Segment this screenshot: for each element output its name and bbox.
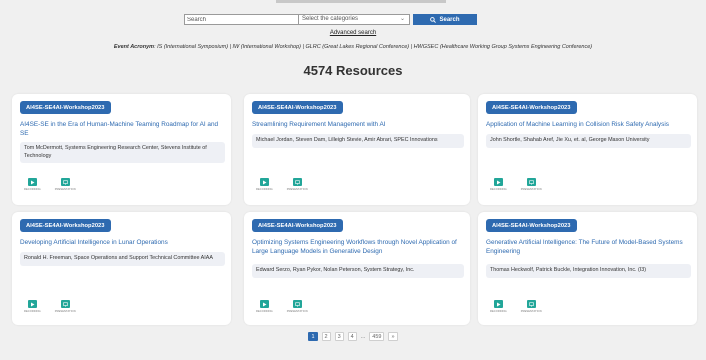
recording-link[interactable]: RECORDING [256, 178, 273, 191]
presentation-label: PRESENTATION [54, 188, 76, 191]
event-acronym-text: : IS (International Symposium) | IW (Int… [154, 44, 593, 50]
recording-link[interactable]: RECORDING [490, 178, 507, 191]
presentation-label: PRESENTATION [54, 310, 76, 313]
event-acronym-legend: Event Acronym: IS (International Symposi… [0, 44, 706, 50]
presentation-link[interactable]: PRESENTATION [287, 178, 308, 191]
presentation-icon [526, 300, 536, 308]
resource-title-link[interactable]: Streamlining Requirement Management with… [252, 121, 460, 130]
advanced-search-link[interactable]: Advanced search [0, 30, 706, 36]
recording-label: RECORDING [490, 188, 507, 191]
recording-icon [27, 178, 37, 186]
resource-links: RECORDING PRESENTATION [256, 178, 308, 191]
resource-card: AI4SE-SE4AI-Workshop2023 Developing Arti… [12, 212, 231, 325]
resource-links: RECORDING PRESENTATION [490, 300, 542, 313]
recording-link[interactable]: RECORDING [24, 300, 41, 313]
recording-link[interactable]: RECORDING [256, 300, 273, 313]
recording-link[interactable]: RECORDING [490, 300, 507, 313]
resource-authors: Edward Serzo, Ryan Pykor, Nolan Peterson… [252, 264, 464, 278]
resource-card: AI4SE-SE4AI-Workshop2023 Generative Arti… [478, 212, 697, 325]
resource-authors: Ronald H. Freeman, Space Operations and … [20, 252, 225, 266]
recording-icon [493, 300, 503, 308]
presentation-link[interactable]: PRESENTATION [55, 300, 76, 313]
recording-icon [27, 300, 37, 308]
resource-authors: Michael Jordan, Steven Dam, Lilleigh Ste… [252, 134, 464, 148]
resource-authors: Thomas Heckwolf, Patrick Buckle, Integra… [486, 264, 691, 278]
presentation-label: PRESENTATION [286, 310, 308, 313]
recording-icon [259, 300, 269, 308]
resource-card: AI4SE-SE4AI-Workshop2023 AI4SE-SE in the… [12, 94, 231, 205]
resource-title-link[interactable]: Optimizing Systems Engineering Workflows… [252, 239, 460, 256]
chevron-down-icon: ⌄ [399, 16, 405, 22]
recording-link[interactable]: RECORDING [24, 178, 41, 191]
search-input[interactable] [184, 14, 299, 25]
resource-links: RECORDING PRESENTATION [256, 300, 308, 313]
presentation-label: PRESENTATION [520, 310, 542, 313]
presentation-label: PRESENTATION [520, 188, 542, 191]
event-badge[interactable]: AI4SE-SE4AI-Workshop2023 [252, 219, 343, 232]
page-button-3[interactable]: 3 [334, 332, 344, 341]
resource-title-link[interactable]: Generative Artificial Intelligence: The … [486, 239, 687, 256]
event-badge[interactable]: AI4SE-SE4AI-Workshop2023 [20, 219, 111, 232]
pagination-ellipsis: ... [360, 333, 366, 340]
event-acronym-label: Event Acronym [113, 44, 155, 50]
resource-links: RECORDING PRESENTATION [24, 300, 76, 313]
event-badge[interactable]: AI4SE-SE4AI-Workshop2023 [252, 101, 343, 114]
presentation-icon [60, 178, 70, 186]
recording-label: RECORDING [490, 310, 507, 313]
page-button-last[interactable]: 459 [369, 332, 385, 341]
event-badge[interactable]: AI4SE-SE4AI-Workshop2023 [486, 101, 577, 114]
resource-links: RECORDING PRESENTATION [490, 178, 542, 191]
resource-authors: Tom McDermott, Systems Engineering Resea… [20, 142, 225, 163]
resource-card: AI4SE-SE4AI-Workshop2023 Streamlining Re… [244, 94, 470, 205]
presentation-icon [292, 178, 302, 186]
page-button-4[interactable]: 4 [347, 332, 357, 341]
resource-authors: John Shortle, Shahab Aref, Jie Xu, et. a… [486, 134, 691, 148]
page-button-1[interactable]: 1 [308, 332, 318, 341]
recording-icon [493, 178, 503, 186]
top-scroll-bar [276, 0, 446, 3]
recording-label: RECORDING [256, 188, 273, 191]
resource-links: RECORDING PRESENTATION [24, 178, 76, 191]
pagination: 1 2 3 4 ... 459 » [0, 332, 706, 341]
resource-title-link[interactable]: Application of Machine Learning in Colli… [486, 121, 687, 130]
category-select[interactable]: Select the categories ⌄ [299, 14, 410, 25]
resource-card: AI4SE-SE4AI-Workshop2023 Optimizing Syst… [244, 212, 470, 325]
search-button[interactable]: Search [413, 14, 477, 25]
presentation-icon [60, 300, 70, 308]
recording-label: RECORDING [24, 188, 41, 191]
presentation-link[interactable]: PRESENTATION [521, 178, 542, 191]
resource-card: AI4SE-SE4AI-Workshop2023 Application of … [478, 94, 697, 205]
resource-title-link[interactable]: Developing Artificial Intelligence in Lu… [20, 239, 221, 248]
event-badge[interactable]: AI4SE-SE4AI-Workshop2023 [20, 101, 111, 114]
recording-label: RECORDING [24, 310, 41, 313]
presentation-icon [526, 178, 536, 186]
presentation-label: PRESENTATION [286, 188, 308, 191]
resource-count: 4574 Resources [303, 63, 403, 78]
recording-icon [259, 178, 269, 186]
resource-title-link[interactable]: AI4SE-SE in the Era of Human-Machine Tea… [20, 121, 221, 138]
page-button-2[interactable]: 2 [321, 332, 331, 341]
next-page-button[interactable]: » [388, 332, 398, 341]
category-select-label: Select the categories [302, 16, 359, 22]
recording-label: RECORDING [256, 310, 273, 313]
presentation-link[interactable]: PRESENTATION [287, 300, 308, 313]
presentation-link[interactable]: PRESENTATION [55, 178, 76, 191]
search-button-label: Search [439, 16, 460, 23]
presentation-link[interactable]: PRESENTATION [521, 300, 542, 313]
presentation-icon [292, 300, 302, 308]
event-badge[interactable]: AI4SE-SE4AI-Workshop2023 [486, 219, 577, 232]
search-bar: Select the categories ⌄ Search [184, 14, 477, 25]
search-icon [430, 16, 437, 23]
